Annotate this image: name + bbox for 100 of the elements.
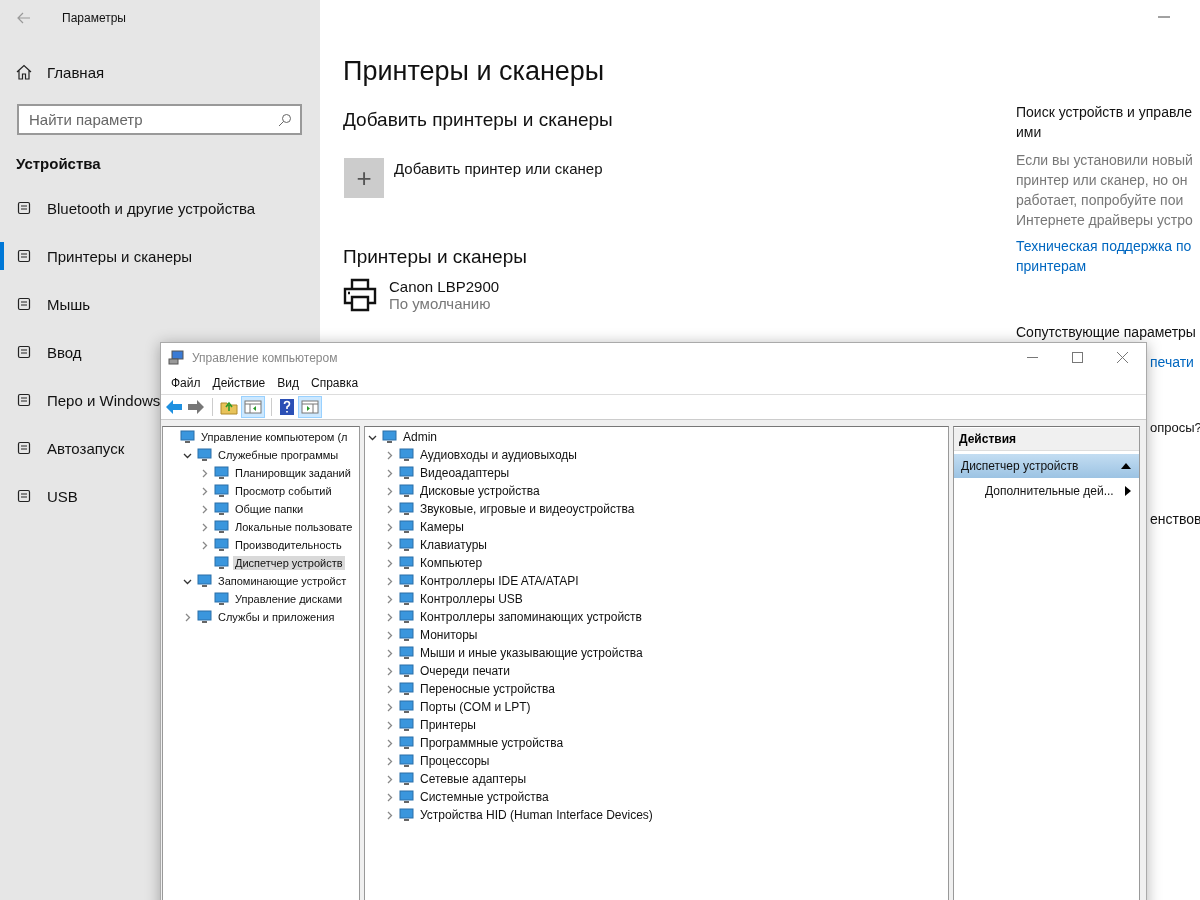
tree-item[interactable]: Очереди печати [418,663,513,679]
tree-item[interactable]: Службы и приложения [216,610,337,624]
printer-status: По умолчанию [389,295,492,312]
expand-chevron-icon[interactable] [200,540,209,550]
tree-item[interactable]: Локальные пользовате [233,520,355,534]
expand-chevron-icon[interactable] [385,810,394,820]
tree-item[interactable]: Запоминающие устройст [216,574,349,588]
related-heading: Сопутствующие параметры [1016,324,1196,340]
nav-item[interactable]: Перо и Windows [0,386,165,414]
expand-chevron-icon[interactable] [385,594,394,604]
tree-item[interactable]: Камеры [418,519,466,535]
nav-item[interactable]: Мышь [0,290,95,318]
expand-chevron-icon[interactable] [385,648,394,658]
action-item[interactable]: Дополнительные дей... [954,478,1139,498]
monitor-icon [399,610,414,624]
tree-item[interactable]: Производительность [233,538,344,552]
maximize-icon[interactable] [1072,352,1083,363]
expand-chevron-icon[interactable] [385,558,394,568]
tree-item[interactable]: Дисковые устройства [418,483,542,499]
tree-item[interactable]: Принтеры [418,717,478,733]
tree-item[interactable]: Программные устройства [418,735,566,751]
tree-item[interactable]: Контроллеры USB [418,591,525,607]
support-link[interactable]: Техническая поддержка по принтерам [1016,236,1200,276]
add-button[interactable]: + [344,158,384,198]
tree-item[interactable]: Мыши и иные указывающие устройства [418,645,645,661]
tree-item[interactable]: Компьютер [418,555,485,571]
tree-item[interactable]: Просмотр событий [233,484,334,498]
expand-chevron-icon[interactable] [385,576,394,586]
help-text: Если вы установили новый принтер или сканер, но он работает, попробуйте пои Интернете драйверы устро [1016,151,1194,230]
nav-item[interactable]: Автозапуск [0,434,129,462]
nav-item[interactable]: Ввод [0,338,86,366]
expand-chevron-icon[interactable] [385,540,394,550]
home-icon [16,64,32,80]
forward-arrow-icon[interactable] [187,399,205,415]
monitor-icon [399,772,414,786]
expand-chevron-icon[interactable] [200,486,209,496]
help-icon[interactable] [279,398,295,416]
expand-chevron-icon[interactable] [385,450,394,460]
expand-chevron-icon[interactable] [385,522,394,532]
expand-chevron-icon[interactable] [200,504,209,514]
nav-item[interactable]: USB [0,482,82,510]
expand-chevron-icon[interactable] [183,612,192,622]
print-link[interactable]: печати [1150,354,1194,370]
expand-chevron-icon[interactable] [385,468,394,478]
tree-pane-icon[interactable] [242,397,264,417]
expand-chevron-icon[interactable] [200,522,209,532]
tree-item[interactable]: Управление дисками [233,592,345,606]
nav-item[interactable]: Принтеры и сканеры [0,242,197,270]
tree-item[interactable]: Мониторы [418,627,480,643]
tree-item[interactable]: Диспетчер устройств [233,556,345,570]
tree-item[interactable]: Планировщик заданий [233,466,353,480]
expand-chevron-icon[interactable] [385,774,394,784]
back-arrow-icon[interactable] [165,399,183,415]
section-heading: Принтеры и сканеры [343,246,528,268]
tree-item[interactable]: Аудиовходы и аудиовыходы [418,447,579,463]
expand-chevron-icon[interactable] [200,468,209,478]
menu-item[interactable]: Справка [305,376,365,390]
home-link[interactable]: Главная [47,63,105,81]
expand-chevron-icon[interactable] [385,630,394,640]
printer-icon [343,278,377,312]
folder-up-icon[interactable] [220,399,238,415]
expand-chevron-icon[interactable] [385,756,394,766]
close-icon[interactable] [1117,352,1128,363]
expand-chevron-icon[interactable] [385,486,394,496]
tree-item[interactable]: Контроллеры запоминающих устройств [418,609,644,625]
tree-item[interactable]: Управление компьютером (л [199,430,350,444]
tree-item[interactable]: Устройства HID (Human Interface Devices) [418,807,655,823]
printer-name[interactable]: Canon LBP2900 [389,278,500,295]
expand-chevron-icon[interactable] [385,720,394,730]
expand-chevron-icon[interactable] [385,684,394,694]
tree-item[interactable]: Клавиатуры [418,537,489,553]
tree-item[interactable]: Контроллеры IDE ATA/ATAPI [418,573,581,589]
menu-item[interactable]: Файл [165,376,207,390]
tree-item[interactable]: Общие папки [233,502,306,516]
tree-item[interactable]: Переносные устройства [418,681,558,697]
tree-item[interactable]: Звуковые, игровые и видеоустройства [418,501,637,517]
monitor-icon [399,718,414,732]
back-arrow-icon[interactable] [17,11,31,24]
nav-item[interactable]: Bluetooth и другие устройства [0,194,260,222]
expand-chevron-icon[interactable] [385,792,394,802]
add-printer-label: Добавить принтер или сканер [394,160,603,177]
tree-item[interactable]: Admin [401,429,439,445]
expand-chevron-icon[interactable] [385,504,394,514]
expand-chevron-icon[interactable] [385,612,394,622]
monitor-icon [214,592,229,606]
tree-item[interactable]: Порты (COM и LPT) [418,699,533,715]
expand-chevron-icon[interactable] [385,666,394,676]
monitor-icon [399,484,414,498]
tree-item[interactable]: Видеоадаптеры [418,465,512,481]
menu-item[interactable]: Действие [206,376,272,390]
tree-item[interactable]: Системные устройства [418,789,551,805]
tree-item[interactable]: Служебные программы [216,448,341,462]
expand-chevron-icon[interactable] [385,738,394,748]
expand-chevron-icon[interactable] [385,702,394,712]
actions-section[interactable]: Диспетчер устройств [954,454,1139,478]
collapse-triangle-icon [1121,463,1131,469]
search-field[interactable]: Найти параметр [17,104,302,135]
tree-item[interactable]: Процессоры [418,753,492,769]
menu-item[interactable]: Вид [271,376,305,390]
tree-item[interactable]: Сетевые адаптеры [418,771,529,787]
